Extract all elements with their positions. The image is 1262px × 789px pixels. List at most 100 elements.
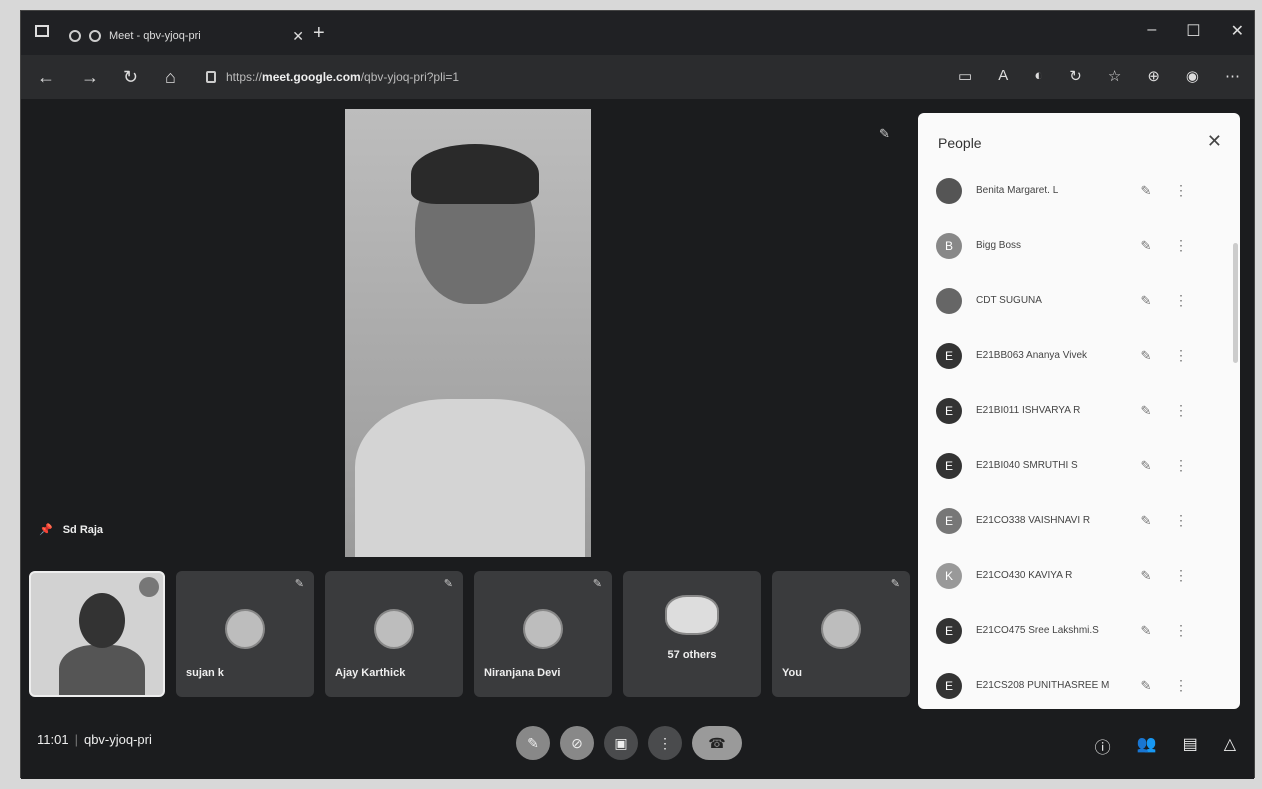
mic-toggle-button[interactable]: ✎ [516,726,550,760]
participant-avatar: E [936,342,962,369]
participant-tile[interactable]: ✎ Niranjana Devi [474,571,612,697]
more-vert-icon[interactable]: ⋮ [1166,567,1196,584]
more-vert-icon[interactable]: ⋮ [1166,402,1196,419]
favorites-star-icon[interactable]: ☆ [1108,67,1121,85]
you-tile[interactable]: ✎ You [772,571,910,697]
participant-row[interactable]: E E21BI011 ISHVARYA R ✎ ⋮ [918,383,1240,438]
minimize-icon[interactable]: – [1147,21,1156,41]
url-field[interactable]: https://meet.google.com/qbv-yjoq-pri?pli… [206,63,886,91]
participant-avatar: E [936,672,962,699]
speaking-indicator-icon [139,577,159,597]
activities-icon[interactable]: △ [1224,734,1236,758]
participant-name: E21BB063 Ananya Vivek [976,350,1088,361]
collections-icon[interactable]: ⊕ [1147,67,1160,85]
profile-icon[interactable]: ◉ [1186,67,1199,85]
camera-in-use-icon[interactable]: ▭ [958,67,972,85]
participant-tiles: ✎ sujan k ✎ Ajay Karthick ✎ Niranjana De… [29,571,910,697]
participant-name: Bigg Boss [976,240,1022,251]
participant-avatar [936,177,962,204]
meet-window: Meet - qbv-yjoq-pri ✕ + – ☐ ✕ ← → ↻ ⌂ ht… [20,10,1255,779]
url-text: https://meet.google.com/qbv-yjoq-pri?pli… [226,70,460,84]
people-icon[interactable]: 👥 [1137,734,1157,758]
home-icon[interactable]: ⌂ [165,67,176,88]
info-icon[interactable]: ⓘ [1095,734,1111,758]
mic-off-icon: ✎ [1140,622,1152,638]
leave-call-button[interactable]: ☎ [692,726,742,760]
extensions-icon[interactable]: ◐ [1034,67,1043,85]
participant-avatar: E [936,452,962,479]
close-window-icon[interactable]: ✕ [1231,21,1244,41]
main-video-figure-shirt [355,399,585,557]
address-bar: ← → ↻ ⌂ https://meet.google.com/qbv-yjoq… [21,55,1254,99]
participant-avatar [936,287,962,314]
participant-row[interactable]: E E21BB063 Ananya Vivek ✎ ⋮ [918,328,1240,383]
main-video[interactable] [345,109,591,557]
meeting-info: 11:01 | qbv-yjoq-pri [37,732,152,747]
tab-close-icon[interactable]: ✕ [292,28,304,45]
more-options-button[interactable]: ⋮ [648,726,682,760]
participant-row[interactable]: E E21BI040 SMRUTHI S ✎ ⋮ [918,438,1240,493]
mic-off-icon: ✎ [443,578,453,590]
participant-row[interactable]: Benita Margaret. L ✎ ⋮ [918,163,1240,218]
present-button[interactable]: ▣ [604,726,638,760]
participant-row[interactable]: E E21CO475 Sree Lakshmi.S ✎ ⋮ [918,603,1240,658]
panel-scrollbar[interactable] [1233,243,1238,363]
camera-toggle-button[interactable]: ⊘ [560,726,594,760]
tab-title: Meet - qbv-yjoq-pri [109,30,201,42]
more-menu-icon[interactable]: ⋯ [1225,67,1240,85]
mic-off-icon: ✎ [1140,512,1152,528]
maximize-icon[interactable]: ☐ [1186,21,1200,41]
lock-icon [206,71,216,83]
read-aloud-icon[interactable]: A [998,67,1008,85]
back-icon[interactable]: ← [37,67,55,88]
more-vert-icon[interactable]: ⋮ [1166,622,1196,639]
participant-list: Benita Margaret. L ✎ ⋮ B Bigg Boss ✎ ⋮ C… [918,163,1240,709]
participant-tile[interactable]: ✎ sujan k [176,571,314,697]
your-avatar [821,609,861,649]
participant-avatar [523,609,563,649]
participant-row[interactable]: E E21CS208 PUNITHASREE M ✎ ⋮ [918,658,1240,709]
meeting-code: qbv-yjoq-pri [83,732,152,747]
meeting-stage: ✎ 📌 Sd Raja ✎ sujan k ✎ Ajay Karthick ✎ … [21,99,1254,714]
more-vert-icon[interactable]: ⋮ [1166,347,1196,364]
pin-icon[interactable]: ✎ [879,126,890,142]
participant-tile[interactable]: ✎ Ajay Karthick [325,571,463,697]
participant-name: Niranjana Devi [484,667,561,679]
forward-icon[interactable]: → [81,67,99,88]
side-controls: ⓘ 👥 ▤ △ [1095,734,1236,758]
tile-figure-body [59,645,145,695]
more-vert-icon[interactable]: ⋮ [1166,292,1196,309]
participant-row[interactable]: CDT SUGUNA ✎ ⋮ [918,273,1240,328]
participant-avatar [374,609,414,649]
participant-name: Ajay Karthick [335,667,406,679]
people-panel: People ✕ Benita Margaret. L ✎ ⋮ B Bigg B… [918,113,1240,709]
others-tile[interactable]: 57 others [623,571,761,697]
participant-row[interactable]: K E21CO430 KAVIYA R ✎ ⋮ [918,548,1240,603]
reload-icon[interactable]: ↻ [123,67,138,88]
refresh-extension-icon[interactable]: ↻ [1069,67,1082,85]
more-vert-icon[interactable]: ⋮ [1166,182,1196,199]
browser-tab[interactable]: Meet - qbv-yjoq-pri ✕ [69,21,304,51]
camera-off-icon: ⊘ [571,734,583,751]
window-controls: – ☐ ✕ [1147,21,1244,41]
more-vert-icon[interactable]: ⋮ [1166,457,1196,474]
mic-off-icon: ✎ [1140,677,1152,693]
call-controls: ✎ ⊘ ▣ ⋮ ☎ [516,726,742,760]
present-icon: ▣ [614,734,628,751]
mic-off-icon: ✎ [1140,292,1152,308]
window-menu-icon[interactable] [35,25,49,37]
more-vert-icon[interactable]: ⋮ [1166,677,1196,694]
meet-favicon-icon [89,30,101,42]
tab-favicon-icon [69,30,81,42]
chat-icon[interactable]: ▤ [1183,734,1198,758]
new-tab-button[interactable]: + [313,22,325,45]
participant-row[interactable]: B Bigg Boss ✎ ⋮ [918,218,1240,273]
self-video-tile[interactable] [29,571,165,697]
mic-off-icon: ✎ [1140,567,1152,583]
close-panel-icon[interactable]: ✕ [1207,131,1222,152]
more-vert-icon[interactable]: ⋮ [1166,237,1196,254]
participant-name: E21CO430 KAVIYA R [976,570,1073,581]
mic-off-icon: ✎ [1140,347,1152,363]
more-vert-icon[interactable]: ⋮ [1166,512,1196,529]
participant-row[interactable]: E E21CO338 VAISHNAVI R ✎ ⋮ [918,493,1240,548]
